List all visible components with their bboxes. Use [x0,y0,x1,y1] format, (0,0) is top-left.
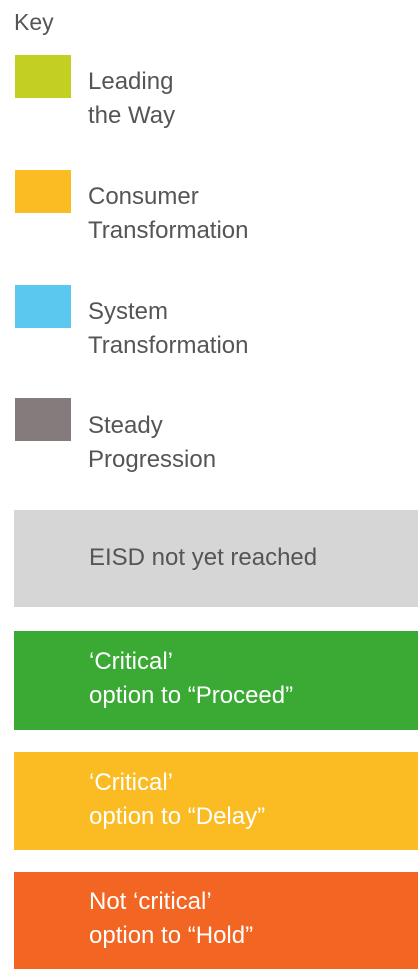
legend-swatch-leading-the-way [15,55,71,98]
status-box-eisd-not-yet-reached: EISD not yet reached [14,510,418,607]
legend-label-leading-the-way: Leading the Way [88,68,176,129]
legend-label-steady-progression: Steady Progression [88,412,217,473]
status-box-critical-delay: ‘Critical’ option to “Delay” [14,752,418,850]
legend-label-consumer-transformation: Consumer Transformation [88,183,249,244]
legend-swatch-system-transformation [15,285,71,328]
status-box-critical-proceed: ‘Critical’ option to “Proceed” [14,631,418,730]
status-label-critical-delay: ‘Critical’ option to “Delay” [89,769,266,830]
legend-label-system-transformation: System Transformation [88,298,249,359]
status-box-not-critical-hold: Not ‘critical’ option to “Hold” [14,872,418,969]
legend-swatch-steady-progression [15,398,71,441]
status-label-eisd-not-yet-reached: EISD not yet reached [89,544,318,571]
legend-swatch-consumer-transformation [15,170,71,213]
key-title: Key [14,9,54,35]
status-label-not-critical-hold: Not ‘critical’ option to “Hold” [89,888,254,949]
status-label-critical-proceed: ‘Critical’ option to “Proceed” [89,648,294,709]
